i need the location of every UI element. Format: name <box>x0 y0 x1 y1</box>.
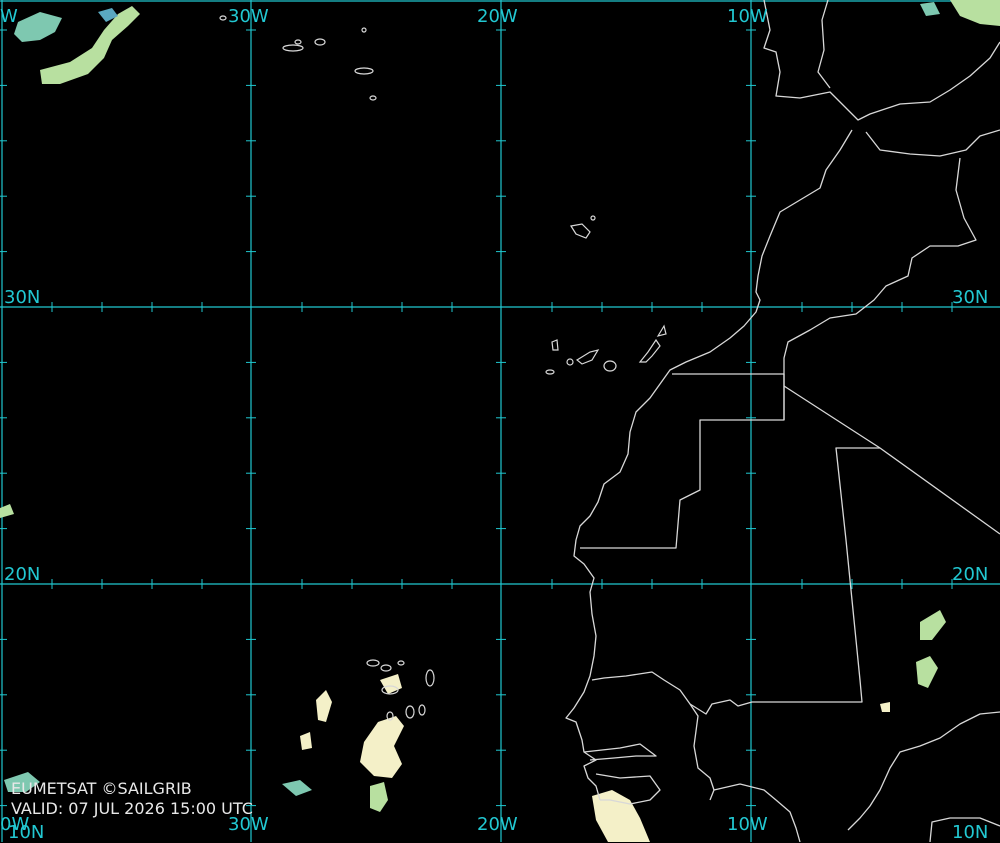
longitude-label-10w-top: 10W <box>727 6 768 27</box>
latitude-label-10n-left: 10N <box>8 822 45 843</box>
longitude-label-10w-bottom: 10W <box>727 814 768 835</box>
latitude-label-30n-right: 30N <box>952 287 989 308</box>
longitude-label-20w-bottom: 20W <box>477 814 518 835</box>
valid-time-label: VALID: 07 JUL 2026 15:00 UTC <box>11 799 253 818</box>
latitude-label-10n-right: 10N <box>952 822 989 843</box>
latitude-label-30n-left: 30N <box>4 287 41 308</box>
credit-label: EUMETSAT ©SAILGRIB <box>11 779 192 798</box>
longitude-label-30w-top: 30W <box>228 6 269 27</box>
map-background <box>0 0 1000 842</box>
longitude-label-40w-partial: W <box>0 6 18 27</box>
satellite-map <box>0 0 1000 842</box>
longitude-label-20w-top: 20W <box>477 6 518 27</box>
latitude-label-20n-left: 20N <box>4 564 41 585</box>
longitude-label-30w-bottom: 30W <box>228 814 269 835</box>
latitude-label-20n-right: 20N <box>952 564 989 585</box>
